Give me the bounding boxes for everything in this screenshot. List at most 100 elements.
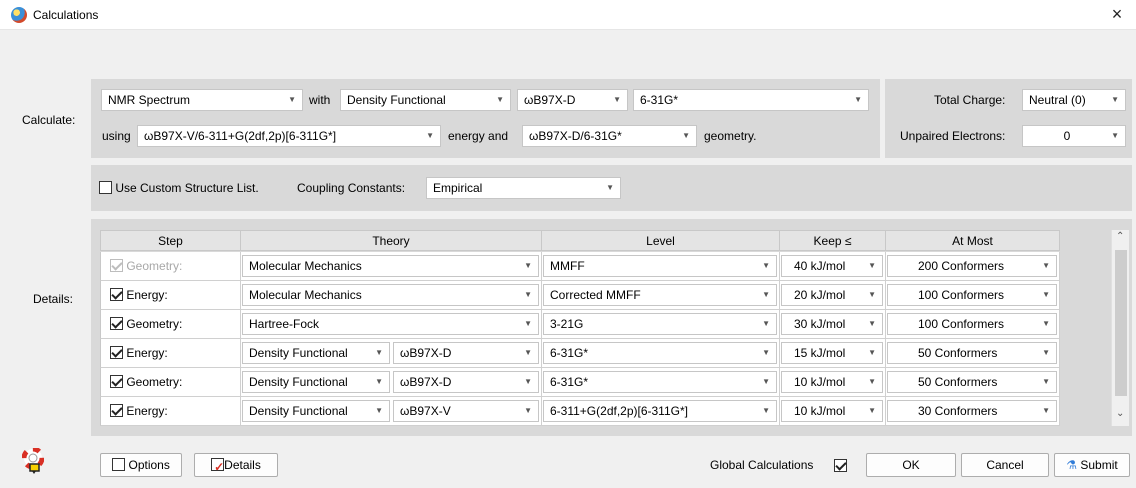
table-row-step[interactable]: Energy:: [100, 397, 241, 426]
step-checkbox[interactable]: [110, 346, 123, 359]
keep-select[interactable]: 10 kJ/mol ▼: [781, 400, 883, 422]
scroll-up-icon[interactable]: ⌃: [1116, 231, 1124, 242]
energy-model-select[interactable]: ωB97X-V/6-311+G(2df,2p)[6-311G*] ▼: [137, 125, 441, 147]
step-label: Geometry:: [126, 375, 183, 389]
details-scrollbar[interactable]: ⌃ ⌄: [1111, 230, 1129, 426]
functional-value: ωB97X-D: [400, 375, 452, 389]
table-row-atmost: 200 Conformers ▼: [886, 252, 1060, 281]
keep-select[interactable]: 40 kJ/mol ▼: [781, 255, 883, 277]
total-charge-select[interactable]: Neutral (0) ▼: [1022, 89, 1126, 111]
functional-select[interactable]: ωB97X-D ▼: [393, 371, 539, 393]
cancel-button[interactable]: Cancel: [961, 453, 1049, 477]
keep-select[interactable]: 30 kJ/mol ▼: [781, 313, 883, 335]
method-value: Density Functional: [347, 93, 446, 107]
level-select[interactable]: Corrected MMFF ▼: [543, 284, 777, 306]
theory-select[interactable]: Density Functional ▼: [242, 342, 390, 364]
step-checkbox[interactable]: [110, 375, 123, 388]
step-label: Energy:: [126, 288, 168, 302]
theory-column-header[interactable]: Theory: [241, 230, 542, 251]
atmost-select[interactable]: 100 Conformers ▼: [887, 313, 1057, 335]
keep-value: 20 kJ/mol: [794, 288, 846, 302]
step-column-header[interactable]: Step: [100, 230, 241, 251]
method-select[interactable]: Density Functional ▼: [340, 89, 511, 111]
table-row-theory: Molecular Mechanics ▼: [241, 252, 542, 281]
level-column-header[interactable]: Level: [542, 230, 780, 251]
table-row-step[interactable]: Geometry:: [100, 252, 241, 281]
level-select[interactable]: 6-311+G(2df,2p)[6-311G*] ▼: [543, 400, 777, 422]
geometry-model-select[interactable]: ωB97X-D/6-31G* ▼: [522, 125, 697, 147]
table-row-level: 6-311+G(2df,2p)[6-311G*] ▼: [542, 397, 780, 426]
ok-button[interactable]: OK: [866, 453, 956, 477]
table-row-keep: 40 kJ/mol ▼: [780, 252, 886, 281]
submit-button[interactable]: ⚗ Submit: [1054, 453, 1130, 477]
unpaired-electrons-select[interactable]: 0 ▼: [1022, 125, 1126, 147]
calculate-panel: NMR Spectrum ▼ with Density Functional ▼ ω…: [91, 79, 880, 158]
level-select[interactable]: 6-31G* ▼: [543, 371, 777, 393]
level-select[interactable]: MMFF ▼: [543, 255, 777, 277]
chevron-down-icon: ▼: [375, 348, 383, 357]
functional-select[interactable]: ωB97X-D ▼: [517, 89, 628, 111]
atmost-column-header[interactable]: At Most: [886, 230, 1060, 251]
chevron-down-icon: ▼: [496, 95, 504, 104]
close-icon[interactable]: ×: [1106, 3, 1128, 25]
custom-structure-list-checkbox[interactable]: [99, 181, 112, 194]
theory-select[interactable]: Hartree-Fock ▼: [242, 313, 539, 335]
global-calculations-checkbox[interactable]: [834, 459, 847, 472]
theory-value: Hartree-Fock: [249, 317, 320, 331]
step-checkbox[interactable]: [110, 317, 123, 330]
basis-select[interactable]: 6-31G* ▼: [633, 89, 869, 111]
level-select[interactable]: 3-21G ▼: [543, 313, 777, 335]
total-charge-value: Neutral (0): [1029, 93, 1086, 107]
table-row-step[interactable]: Energy:: [100, 339, 241, 368]
keep-select[interactable]: 20 kJ/mol ▼: [781, 284, 883, 306]
chevron-down-icon: ▼: [868, 406, 876, 415]
scrollbar-thumb[interactable]: [1115, 250, 1127, 396]
chevron-down-icon: ▼: [606, 183, 614, 192]
theory-select[interactable]: Density Functional ▼: [242, 400, 390, 422]
keep-column-header[interactable]: Keep ≤: [780, 230, 886, 251]
theory-select[interactable]: Molecular Mechanics ▼: [242, 284, 539, 306]
theory-select[interactable]: Density Functional ▼: [242, 371, 390, 393]
step-checkbox[interactable]: [110, 288, 123, 301]
chevron-down-icon: ▼: [1042, 261, 1050, 270]
table-row-step[interactable]: Geometry:: [100, 368, 241, 397]
chevron-down-icon: ▼: [868, 377, 876, 386]
custom-structure-list-option[interactable]: Use Custom Structure List.: [99, 180, 259, 196]
keep-select[interactable]: 10 kJ/mol ▼: [781, 371, 883, 393]
with-label: with: [309, 93, 331, 107]
details-button[interactable]: ✓ Details: [194, 453, 278, 477]
table-row-keep: 10 kJ/mol ▼: [780, 397, 886, 426]
chevron-down-icon: ▼: [762, 406, 770, 415]
coupling-constants-value: Empirical: [433, 181, 483, 195]
keep-select[interactable]: 15 kJ/mol ▼: [781, 342, 883, 364]
table-row-level: Corrected MMFF ▼: [542, 281, 780, 310]
functional-select[interactable]: ωB97X-V ▼: [393, 400, 539, 422]
theory-select[interactable]: Molecular Mechanics ▼: [242, 255, 539, 277]
options-button[interactable]: Options: [100, 453, 182, 477]
atmost-select[interactable]: 50 Conformers ▼: [887, 371, 1057, 393]
help-lifebuoy-icon[interactable]: [22, 448, 44, 474]
chevron-down-icon: ▼: [288, 95, 296, 104]
atmost-select[interactable]: 200 Conformers ▼: [887, 255, 1057, 277]
window-title: Calculations: [33, 8, 99, 22]
calculation-type-select[interactable]: NMR Spectrum ▼: [101, 89, 303, 111]
step-label: Energy:: [126, 404, 168, 418]
atmost-value: 100 Conformers: [918, 317, 1005, 331]
table-row-keep: 30 kJ/mol ▼: [780, 310, 886, 339]
step-checkbox[interactable]: [110, 259, 123, 272]
energy-and-label: energy and: [448, 129, 509, 143]
details-checkbox: ✓: [211, 458, 224, 474]
table-row-step[interactable]: Energy:: [100, 281, 241, 310]
level-select[interactable]: 6-31G* ▼: [543, 342, 777, 364]
energy-model-value: ωB97X-V/6-311+G(2df,2p)[6-311G*]: [144, 129, 337, 143]
chevron-down-icon: ▼: [524, 319, 532, 328]
step-checkbox[interactable]: [110, 404, 123, 417]
functional-select[interactable]: ωB97X-D ▼: [393, 342, 539, 364]
coupling-constants-select[interactable]: Empirical ▼: [426, 177, 621, 199]
atmost-select[interactable]: 100 Conformers ▼: [887, 284, 1057, 306]
scroll-down-icon[interactable]: ⌄: [1116, 408, 1124, 419]
atmost-select[interactable]: 50 Conformers ▼: [887, 342, 1057, 364]
table-row-step[interactable]: Geometry:: [100, 310, 241, 339]
atmost-select[interactable]: 30 Conformers ▼: [887, 400, 1057, 422]
submit-icon: ⚗: [1066, 458, 1078, 472]
